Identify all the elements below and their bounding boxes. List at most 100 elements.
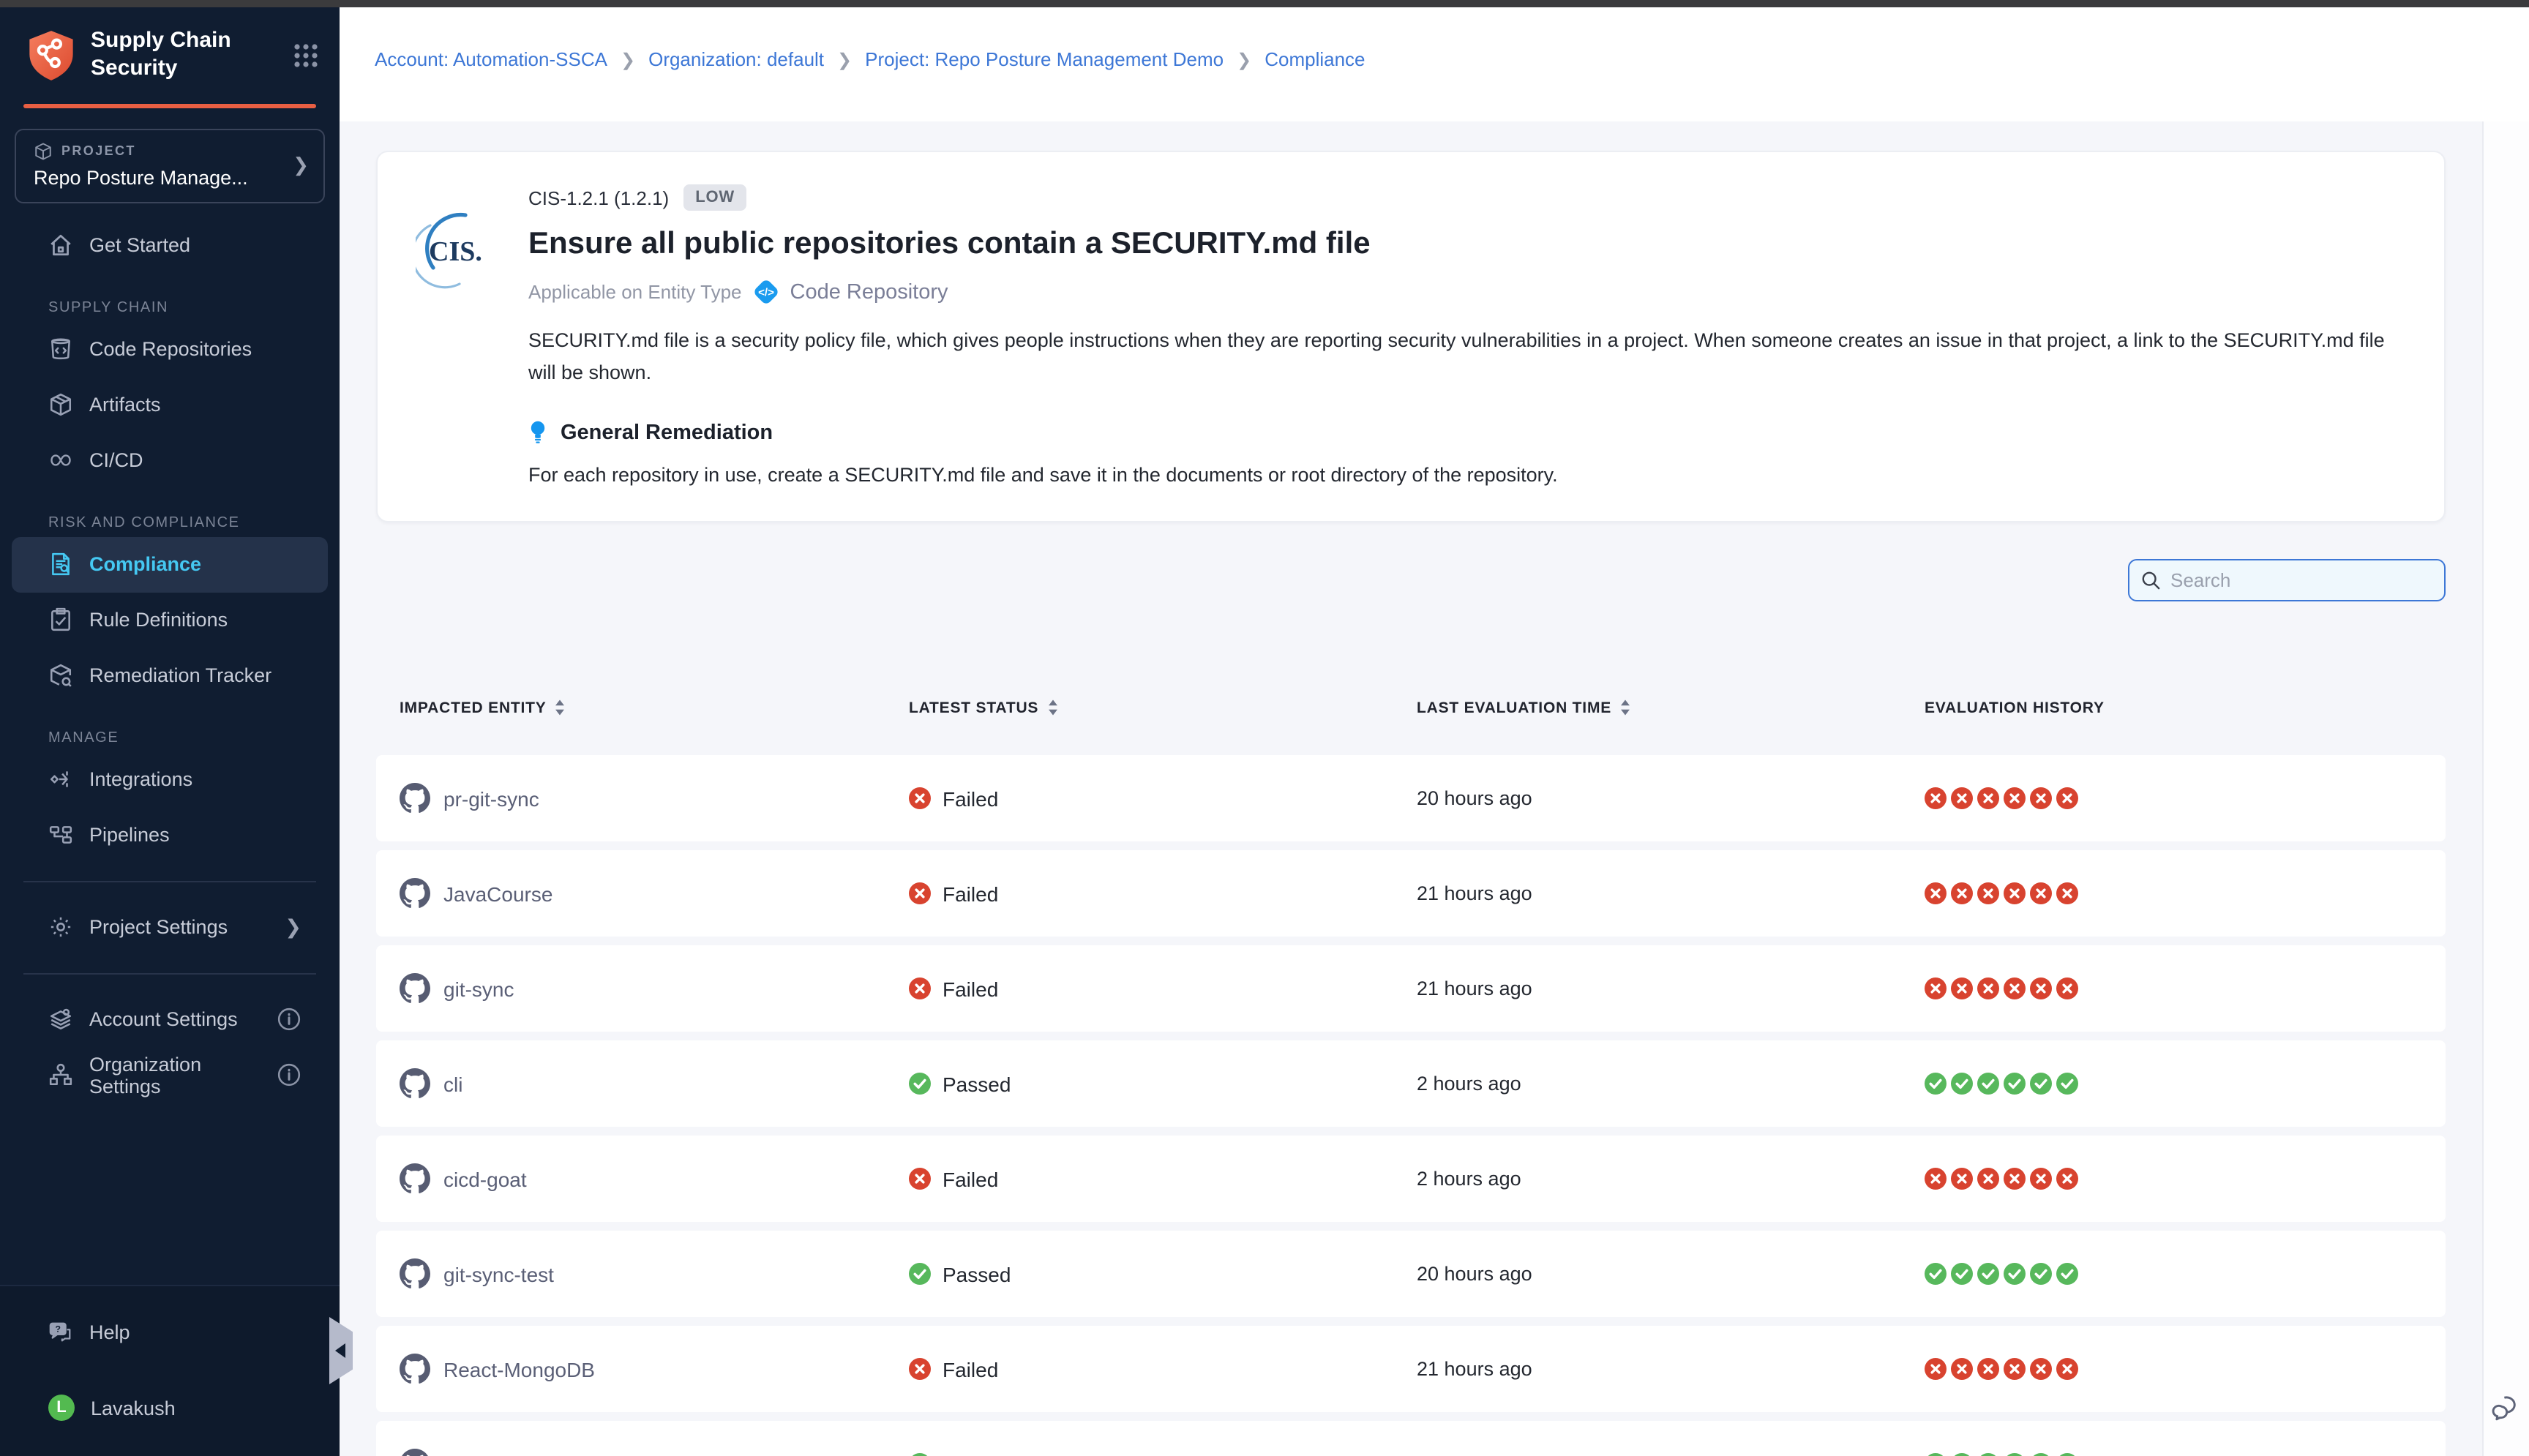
breadcrumb-link[interactable]: Compliance — [1264, 48, 1365, 70]
sidebar-item-label: Help — [89, 1321, 130, 1343]
impacted-entity-cell[interactable]: cli — [400, 1068, 909, 1099]
svg-text:CIS.: CIS. — [429, 236, 482, 267]
sidebar-item-artifacts[interactable]: Artifacts — [12, 377, 328, 432]
search-input[interactable] — [2170, 569, 2432, 591]
github-icon — [400, 1068, 430, 1099]
info-icon[interactable] — [277, 1007, 301, 1032]
home-icon — [48, 233, 73, 258]
table-row[interactable]: JavaCourseFailed21 hours ago — [376, 850, 2446, 937]
chat-bubbles-icon[interactable] — [2491, 1392, 2523, 1424]
github-icon — [400, 973, 430, 1004]
sidebar-item-remediation-tracker[interactable]: Remediation Tracker — [12, 648, 328, 703]
user-menu[interactable]: L Lavakush — [12, 1380, 328, 1436]
table-header: IMPACTED ENTITYLATEST STATUS LAST EVALUAT… — [376, 689, 2446, 726]
sidebar-item-label: Account Settings — [89, 1008, 238, 1030]
sidebar-footer: ? Help L Lavakush — [0, 1285, 340, 1456]
svg-text:</>: </> — [758, 287, 774, 299]
impacted-entity-cell[interactable]: git-sync — [400, 973, 909, 1004]
sidebar-item-label: Artifacts — [89, 394, 161, 416]
impacted-entity-cell[interactable]: React-MongoDB — [400, 1354, 909, 1384]
section-label-supply-chain: SUPPLY CHAIN — [48, 299, 340, 315]
history-passed-icon — [2004, 1453, 2026, 1456]
sidebar-item-pipelines[interactable]: Pipelines — [12, 807, 328, 863]
content-area: CIS. CIS-1.2.1 (1.2.1) LOW Ensure all pu… — [340, 121, 2482, 1456]
impacted-entity-cell[interactable]: git-sync-test — [400, 1258, 909, 1289]
sidebar-item-account-settings[interactable]: Account Settings — [12, 991, 328, 1047]
project-selector[interactable]: PROJECT Repo Posture Manage... ❯ — [15, 128, 325, 203]
entity-name: cicd-goat — [443, 1167, 527, 1190]
column-header[interactable]: LAST EVALUATION TIME — [1417, 699, 1925, 716]
topbar: Account: Automation-SSCA ❯ Organization: d… — [340, 7, 2529, 121]
status-label: Failed — [943, 882, 998, 905]
cube-icon — [34, 141, 53, 160]
last-evaluation-time: 20 hours ago — [1417, 787, 1925, 809]
sidebar-item-help[interactable]: ? Help — [12, 1304, 328, 1359]
evaluation-history-cell — [1925, 1453, 2446, 1456]
column-header[interactable]: LATEST STATUS — [909, 699, 1417, 716]
sort-icon — [1620, 699, 1630, 716]
table-row[interactable]: React-MongoDBFailed21 hours ago — [376, 1326, 2446, 1412]
sidebar-item-get-started[interactable]: Get Started — [12, 217, 328, 273]
impacted-entity-cell[interactable]: pr-git-sync — [400, 783, 909, 814]
history-failed-icon — [2056, 882, 2078, 904]
history-failed-icon — [2004, 1358, 2026, 1380]
impacted-entity-cell[interactable] — [400, 1449, 909, 1456]
user-name: Lavakush — [91, 1397, 176, 1419]
column-header-label: LATEST STATUS — [909, 699, 1038, 716]
impacted-entity-cell[interactable]: JavaCourse — [400, 878, 909, 909]
compliance-document-icon — [48, 552, 73, 577]
history-failed-icon — [2056, 787, 2078, 809]
github-icon — [400, 1354, 430, 1384]
history-failed-icon — [1951, 882, 1973, 904]
table-row[interactable]: pr-git-syncFailed20 hours ago — [376, 755, 2446, 841]
info-icon[interactable] — [277, 1062, 301, 1087]
history-failed-icon — [1977, 1358, 1999, 1380]
sidebar-item-organization-settings[interactable]: Organization Settings — [12, 1047, 328, 1103]
screen: Supply Chain Security PROJECT Rep — [0, 0, 2529, 1456]
sort-icon — [1047, 699, 1057, 716]
window-top-edge — [0, 0, 2529, 7]
sidebar-item-label: Integrations — [89, 768, 192, 790]
search-box — [2128, 559, 2446, 601]
table-row[interactable]: git-sync-testPassed20 hours ago — [376, 1231, 2446, 1317]
breadcrumb-link[interactable]: Organization: default — [648, 48, 824, 70]
sidebar-item-rule-definitions[interactable]: Rule Definitions — [12, 592, 328, 648]
table-row[interactable]: cicd-goatFailed2 hours ago — [376, 1136, 2446, 1222]
history-passed-icon — [2056, 1453, 2078, 1456]
sidebar-item-project-settings[interactable]: Project Settings ❯ — [12, 899, 328, 955]
history-failed-icon — [1977, 882, 1999, 904]
divider — [23, 972, 316, 974]
breadcrumb-separator-icon: ❯ — [621, 49, 635, 70]
table-row[interactable] — [376, 1421, 2446, 1456]
history-failed-icon — [1925, 1358, 1947, 1380]
latest-status-cell: Failed — [909, 882, 1417, 905]
sidebar-item-compliance[interactable]: Compliance — [12, 536, 328, 592]
gear-icon — [48, 915, 73, 939]
chevron-right-icon: ❯ — [293, 153, 309, 176]
breadcrumb-link[interactable]: Project: Repo Posture Management Demo — [865, 48, 1224, 70]
status-passed-icon — [909, 1073, 931, 1095]
history-failed-icon — [1951, 977, 1973, 999]
supply-chain-security-logo-icon — [26, 29, 76, 82]
sidebar-item-cicd[interactable]: CI/CD — [12, 432, 328, 488]
entity-name: JavaCourse — [443, 882, 552, 905]
rule-code: CIS-1.2.1 (1.2.1) — [528, 187, 669, 209]
breadcrumb-link[interactable]: Account: Automation-SSCA — [375, 48, 607, 70]
app-switcher-grid-icon[interactable] — [293, 42, 319, 69]
github-icon — [400, 878, 430, 909]
status-failed-icon — [909, 977, 931, 999]
history-passed-icon — [1951, 1073, 1973, 1095]
clipboard-check-icon — [48, 607, 73, 632]
status-label: Passed — [943, 1072, 1011, 1095]
sidebar-item-code-repositories[interactable]: Code Repositories — [12, 321, 328, 377]
sidebar-item-integrations[interactable]: Integrations — [12, 751, 328, 807]
sidebar-item-label: Organization Settings — [89, 1053, 244, 1097]
column-header[interactable]: IMPACTED ENTITY — [400, 699, 909, 716]
history-failed-icon — [1951, 1358, 1973, 1380]
impacted-entity-cell[interactable]: cicd-goat — [400, 1163, 909, 1194]
history-passed-icon — [2030, 1263, 2052, 1285]
table-row[interactable]: cliPassed2 hours ago — [376, 1040, 2446, 1127]
history-passed-icon — [1977, 1263, 1999, 1285]
sidebar-item-label: Rule Definitions — [89, 609, 228, 631]
table-row[interactable]: git-syncFailed21 hours ago — [376, 945, 2446, 1032]
